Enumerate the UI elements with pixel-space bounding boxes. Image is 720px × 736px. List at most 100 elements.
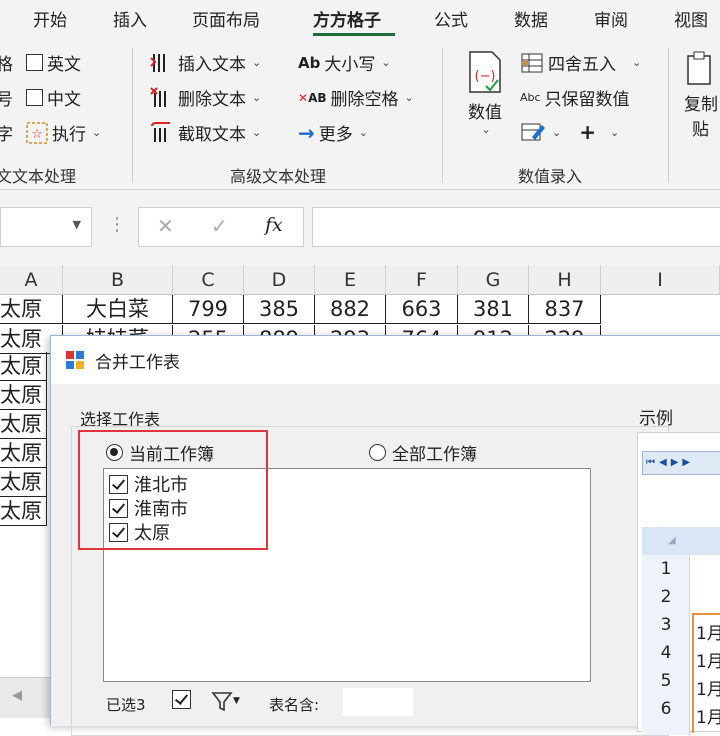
abc-icon: Abc [520, 91, 541, 104]
delete-spaces-icon: ✕ AB [298, 90, 327, 105]
extract-text-button[interactable]: 截取文本 ⌄ [150, 120, 261, 145]
round-button[interactable]: 四舍五入 ⌄ [520, 50, 641, 75]
cell-b1[interactable]: 大白菜 [63, 295, 173, 324]
tab-insert[interactable]: 插入 [113, 6, 147, 31]
selected-count: 已选3 [106, 696, 146, 714]
chinese-option[interactable]: 中文 [26, 85, 81, 110]
chevron-down-icon[interactable]: ▼ [73, 218, 81, 231]
preview-row-number: 2 [660, 587, 672, 607]
arrow-right-icon: → [298, 120, 315, 145]
example-label: 示例 [639, 409, 673, 429]
column-header-c[interactable]: C [173, 265, 244, 295]
function-icon[interactable]: fx [265, 214, 283, 236]
chinese-checkbox[interactable] [26, 89, 43, 106]
preview-data-block: 1月 1月 1月 1月 [692, 613, 720, 733]
tab-view[interactable]: 视图 [674, 6, 708, 31]
cell-e1[interactable]: 882 [315, 295, 386, 324]
tab-data[interactable]: 数据 [514, 6, 548, 31]
delete-text-button[interactable]: 删除文本 ⌄ [150, 85, 261, 110]
cell-a7[interactable]: 太原 [0, 468, 47, 497]
cell-a1[interactable]: 太原 [0, 295, 63, 324]
dialog-title: 合并工作表 [95, 353, 180, 373]
cell-h1[interactable]: 837 [529, 295, 601, 324]
ribbon-fragment-2: 号 [0, 90, 13, 110]
column-header-b[interactable]: B [63, 265, 173, 295]
english-option[interactable]: 英文 [26, 50, 81, 75]
column-header-d[interactable]: D [244, 265, 315, 295]
chevron-down-icon: ▼ [233, 696, 240, 706]
dialog-titlebar[interactable]: 合并工作表 [51, 336, 720, 384]
chevron-down-icon: ⌄ [252, 91, 262, 104]
formula-buttons: ✕ ✓ fx [138, 207, 304, 247]
column-header-e[interactable]: E [315, 265, 386, 295]
value-button[interactable]: (−) 数值 ⌄ [462, 50, 508, 136]
chevron-down-icon[interactable]: ⌄ [610, 126, 619, 139]
group-label-value-entry: 数值录入 [518, 167, 583, 186]
execute-icon: ☆ [26, 121, 48, 144]
select-all-checkbox[interactable] [172, 690, 191, 709]
radio-all-label: 全部工作簿 [392, 445, 477, 465]
chevron-down-icon: ⌄ [92, 126, 102, 139]
merge-sheets-dialog: 合并工作表 选择工作表 当前工作簿 全部工作簿 淮北市 淮南市 太原 已选3 ▼… [50, 335, 720, 736]
cell-g1[interactable]: 381 [458, 295, 529, 324]
formula-input[interactable] [312, 207, 720, 247]
column-header-h[interactable]: H [529, 265, 601, 295]
column-header-i[interactable]: I [601, 265, 720, 295]
preview-row-number: 3 [660, 615, 672, 635]
english-checkbox[interactable] [26, 54, 43, 71]
chevron-down-icon: ⌄ [252, 56, 262, 69]
value-tools-row: ⌄ + ⌄ [520, 120, 619, 144]
preview-sheet-nav: ⏮◀▶▶ [642, 451, 720, 475]
tab-page-layout[interactable]: 页面布局 [192, 6, 260, 31]
execute-button[interactable]: ☆ 执行 ⌄ [26, 120, 101, 145]
english-label: 英文 [47, 55, 81, 75]
cell-a3[interactable]: 太原 [0, 352, 47, 381]
cell-a8[interactable]: 太原 [0, 497, 47, 526]
sheet-name-filter-input[interactable] [343, 688, 413, 716]
highlight-box [78, 430, 268, 550]
tab-fangfang[interactable]: 方方格子 [313, 6, 381, 31]
copy-paste-button[interactable]: 复制 贴 [684, 50, 720, 140]
chevron-down-icon[interactable]: ⌄ [552, 126, 561, 139]
insert-text-button[interactable]: 插入文本 ⌄ [150, 50, 261, 75]
example-preview: ⏮◀▶▶ ◢ 1 2 3 4 5 6 1月 1月 1月 1月 [637, 432, 720, 735]
tab-review[interactable]: 审阅 [594, 6, 628, 31]
delete-spaces-button[interactable]: ✕ AB 删除空格 ⌄ [298, 85, 414, 110]
group-divider [132, 48, 133, 183]
cell-a6[interactable]: 太原 [0, 439, 47, 468]
more-label: 更多 [318, 125, 353, 145]
cell-a5[interactable]: 太原 [0, 410, 47, 439]
cell-d1[interactable]: 385 [244, 295, 315, 324]
cell-c1[interactable]: 799 [173, 295, 244, 324]
column-header-g[interactable]: G [458, 265, 529, 295]
name-box[interactable]: ▼ [0, 207, 92, 247]
tab-formulas[interactable]: 公式 [434, 6, 468, 31]
edit-cells-icon[interactable] [520, 121, 546, 143]
cell-f1[interactable]: 663 [386, 295, 458, 324]
more-button[interactable]: → 更多 ⌄ [298, 120, 368, 146]
radio-all-indicator[interactable] [369, 444, 386, 461]
cancel-icon[interactable]: ✕ [157, 214, 174, 238]
plus-icon[interactable]: + [579, 120, 596, 144]
preview-row-number: 6 [660, 699, 672, 719]
filter-button[interactable]: ▼ [211, 690, 240, 712]
ribbon-fragment-3: 字 [0, 125, 13, 145]
column-header-f[interactable]: F [386, 265, 458, 295]
preview-row-number: 1 [660, 559, 672, 579]
cell-a4[interactable]: 太原 [0, 381, 47, 410]
column-header-a[interactable]: A [0, 265, 63, 295]
tab-home[interactable]: 开始 [33, 6, 67, 31]
formula-bar-splitter[interactable]: ⋮ [108, 214, 126, 235]
chevron-left-icon[interactable]: ◀ [12, 688, 22, 703]
chevron-down-icon: ⌄ [481, 123, 491, 136]
case-button[interactable]: Ab 大小写 ⌄ [298, 50, 391, 76]
case-label: 大小写 [324, 55, 376, 75]
keep-values-button[interactable]: Abc 只保留数值 [520, 85, 630, 110]
preview-cell: 1月 [696, 652, 720, 672]
copy-label: 复制 [684, 95, 718, 115]
preview-cell: 1月 [696, 680, 720, 700]
confirm-icon[interactable]: ✓ [211, 214, 228, 238]
preview-row-number: 5 [660, 671, 672, 691]
preview-row-number: 4 [660, 643, 672, 663]
radio-all-workbooks[interactable]: 全部工作簿 [369, 440, 477, 465]
